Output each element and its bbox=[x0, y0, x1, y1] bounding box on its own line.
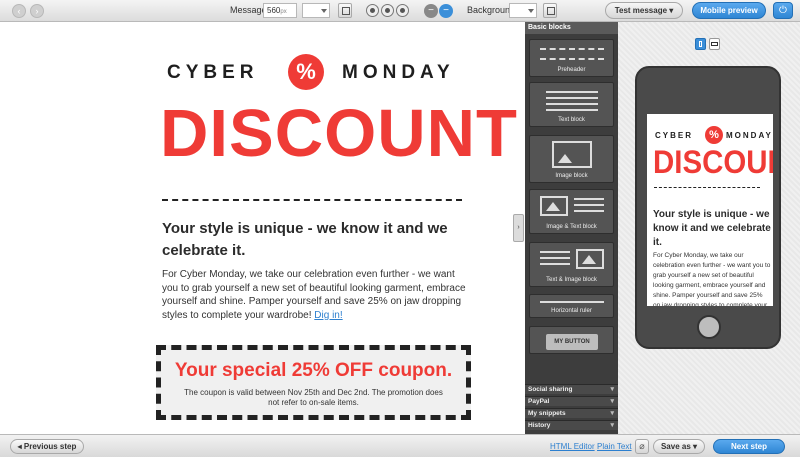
preheader-dashes-icon bbox=[540, 48, 604, 50]
image-icon bbox=[552, 141, 592, 168]
mobile-preview-panel: CYBER % MONDAY DISCOUNT Your style is un… bbox=[618, 22, 800, 434]
message-color-picker[interactable] bbox=[302, 3, 330, 18]
preview-body: For Cyber Monday, we take our celebratio… bbox=[653, 252, 771, 306]
phone-frame: CYBER % MONDAY DISCOUNT Your style is un… bbox=[635, 66, 781, 349]
text-line bbox=[546, 97, 598, 99]
percent-badge-icon: % bbox=[705, 126, 723, 144]
preheader-block[interactable]: Preheader bbox=[529, 39, 614, 77]
block-label: Image block bbox=[555, 173, 588, 179]
plain-text-link[interactable]: Plain Text bbox=[597, 442, 632, 451]
phone-screen[interactable]: CYBER % MONDAY DISCOUNT Your style is un… bbox=[647, 114, 773, 306]
my-button-sample: MY BUTTON bbox=[546, 334, 598, 350]
collapse-panel-icon[interactable]: › bbox=[513, 214, 524, 242]
portrait-glyph bbox=[699, 41, 702, 47]
background-image-icon[interactable] bbox=[543, 3, 557, 18]
preview-logo-monday: MONDAY bbox=[726, 131, 773, 140]
text-line bbox=[546, 103, 598, 105]
text-lines-icon bbox=[546, 91, 598, 93]
preview-headline: DISCOUNT bbox=[653, 144, 773, 180]
blocks-panel: Basic blocks Preheader Text block Image … bbox=[525, 22, 618, 434]
align-center-icon[interactable]: − bbox=[439, 4, 453, 18]
history-section[interactable]: History bbox=[525, 420, 618, 431]
attachment-icon[interactable]: ⌀ bbox=[635, 439, 649, 454]
my-snippets-section[interactable]: My snippets bbox=[525, 408, 618, 419]
message-width-input[interactable]: 560px bbox=[263, 3, 297, 18]
border-wrench-icon[interactable] bbox=[396, 4, 409, 17]
image-and-text-block[interactable]: Image & Text block bbox=[529, 189, 614, 234]
save-as-button[interactable]: Save as ▾ bbox=[653, 439, 705, 454]
preview-subheading: Your style is unique - we know it and we… bbox=[653, 209, 771, 248]
background-label: Background bbox=[467, 5, 516, 15]
block-label: Text & Image block bbox=[546, 277, 597, 283]
undo-icon[interactable]: ‹ bbox=[12, 4, 26, 18]
border-style-icon[interactable] bbox=[381, 4, 394, 17]
preview-logo-cyber: CYBER bbox=[655, 131, 694, 140]
logo-word-cyber: CYBER bbox=[167, 62, 259, 83]
message-image-icon[interactable] bbox=[338, 3, 352, 18]
chevron-down-icon bbox=[528, 9, 534, 13]
power-icon[interactable]: ⏻ bbox=[773, 2, 793, 19]
mobile-preview-button[interactable]: Mobile preview bbox=[692, 2, 766, 19]
home-button-icon bbox=[697, 315, 721, 339]
block-label: Text block bbox=[558, 117, 585, 123]
email-canvas[interactable]: CYBER % MONDAY DISCOUNT Your style is un… bbox=[0, 22, 525, 434]
preview-divider bbox=[654, 187, 760, 188]
align-left-icon[interactable]: − bbox=[424, 4, 438, 18]
logo-word-monday: MONDAY bbox=[342, 62, 455, 83]
dig-in-link[interactable]: Dig in! bbox=[314, 310, 342, 321]
social-sharing-section[interactable]: Social sharing bbox=[525, 384, 618, 395]
text-block[interactable]: Text block bbox=[529, 82, 614, 127]
image-block[interactable]: Image block bbox=[529, 135, 614, 183]
text-line bbox=[546, 109, 598, 111]
button-block[interactable]: MY BUTTON bbox=[529, 326, 614, 354]
dashed-divider bbox=[162, 199, 462, 201]
image-icon bbox=[540, 196, 568, 216]
text-line bbox=[540, 257, 570, 259]
email-subheading[interactable]: Your style is unique - we know it and we… bbox=[162, 218, 462, 262]
test-message-button[interactable]: Test message ▾ bbox=[605, 2, 683, 19]
basic-blocks-header: Basic blocks bbox=[525, 22, 618, 34]
horizontal-ruler-block[interactable]: Horizontal ruler bbox=[529, 294, 614, 318]
background-color-picker[interactable] bbox=[509, 3, 537, 18]
image-icon bbox=[576, 249, 604, 269]
text-line bbox=[574, 210, 604, 212]
preheader-dashes-icon bbox=[540, 58, 604, 60]
block-label: Horizontal ruler bbox=[551, 308, 592, 314]
text-line bbox=[540, 251, 570, 253]
text-line bbox=[540, 263, 570, 265]
coupon-block[interactable]: Your special 25% OFF coupon. The coupon … bbox=[156, 345, 471, 420]
paypal-section[interactable]: PayPal bbox=[525, 396, 618, 407]
text-line bbox=[574, 198, 604, 200]
previous-step-button[interactable]: ◂ Previous step bbox=[10, 439, 84, 454]
next-step-button[interactable]: Next step bbox=[713, 439, 785, 454]
bottom-toolbar: ◂ Previous step HTML Editor Plain Text ⌀… bbox=[0, 434, 800, 457]
text-line bbox=[574, 204, 604, 206]
portrait-device-icon[interactable] bbox=[695, 38, 706, 50]
landscape-device-icon[interactable] bbox=[709, 38, 720, 50]
border-none-icon[interactable] bbox=[366, 4, 379, 17]
discount-headline: DISCOUNT bbox=[160, 96, 518, 171]
message-label: Message bbox=[230, 5, 267, 15]
coupon-title: Your special 25% OFF coupon. bbox=[174, 360, 453, 381]
ruler-icon bbox=[540, 301, 604, 303]
percent-badge-icon: % bbox=[288, 54, 324, 90]
landscape-glyph bbox=[711, 42, 718, 46]
email-body-text[interactable]: For Cyber Monday, we take our celebratio… bbox=[162, 268, 467, 322]
chevron-down-icon bbox=[321, 9, 327, 13]
html-editor-link[interactable]: HTML Editor bbox=[550, 442, 595, 451]
block-label: Preheader bbox=[557, 67, 586, 73]
text-and-image-block[interactable]: Text & Image block bbox=[529, 242, 614, 287]
top-toolbar: ‹ › Message 560px − − Background Test me… bbox=[0, 0, 800, 22]
coupon-terms: The coupon is valid between Nov 25th and… bbox=[184, 388, 443, 407]
redo-icon[interactable]: › bbox=[30, 4, 44, 18]
block-label: Image & Text block bbox=[546, 224, 597, 230]
preview-logo: CYBER % MONDAY bbox=[655, 126, 771, 146]
